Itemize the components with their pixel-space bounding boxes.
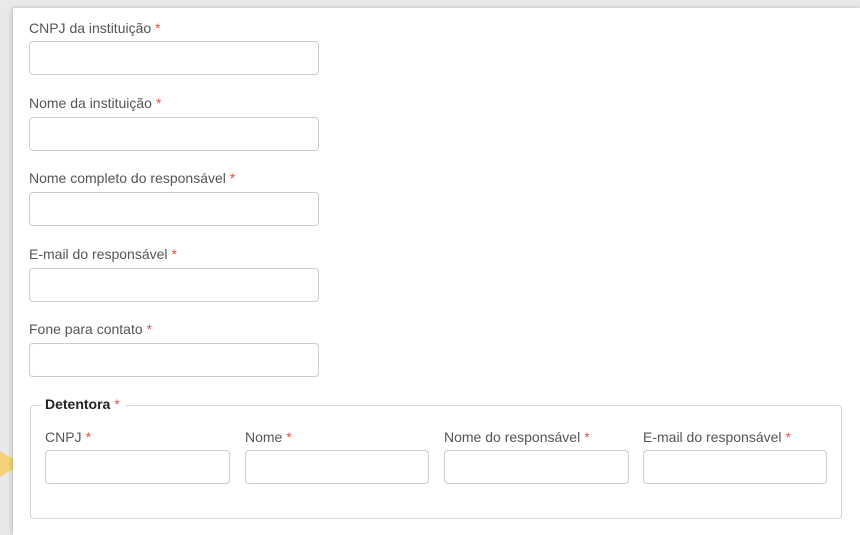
required-marker: * (155, 20, 161, 36)
detentora-nome-input[interactable] (245, 450, 429, 484)
required-marker: * (171, 246, 177, 262)
page-background: CNPJ da instituição * Nome da instituição… (0, 0, 860, 535)
email-responsavel-label: E-mail do responsável * (29, 246, 177, 262)
detentora-nome-label: Nome * (245, 429, 292, 445)
required-marker: * (85, 429, 92, 445)
detentora-nome-responsavel-label-text: Nome do responsável (444, 429, 581, 445)
nome-instituicao-label-text: Nome da instituição (29, 95, 152, 111)
required-marker: * (146, 321, 153, 337)
fone-contato-input[interactable] (29, 343, 319, 377)
fone-contato-label-text: Fone para contato (29, 321, 143, 337)
email-responsavel-input[interactable] (29, 268, 319, 302)
detentora-cnpj-label: CNPJ * (45, 429, 91, 445)
required-marker: * (155, 95, 162, 111)
detentora-email-responsavel-input[interactable] (643, 450, 827, 484)
detentora-nome-responsavel-label: Nome do responsável * (444, 429, 590, 445)
cnpj-instituicao-input[interactable] (29, 41, 319, 75)
nome-responsavel-input[interactable] (29, 192, 319, 226)
nome-instituicao-input[interactable] (29, 117, 319, 151)
detentora-email-responsavel-label-text: E-mail do responsável (643, 429, 782, 445)
nome-responsavel-label-text: Nome completo do responsável (29, 170, 226, 186)
required-marker: * (584, 429, 590, 445)
required-marker: * (286, 429, 292, 445)
required-marker: * (785, 429, 791, 445)
detentora-nome-label-text: Nome (245, 429, 283, 445)
fone-contato-label: Fone para contato * (29, 321, 152, 337)
email-responsavel-label-text: E-mail do responsável (29, 246, 168, 262)
cnpj-instituicao-label-text: CNPJ da instituição (29, 20, 152, 36)
detentora-legend: Detentora * (41, 396, 126, 412)
detentora-email-responsavel-label: E-mail do responsável * (643, 429, 791, 445)
nome-responsavel-label: Nome completo do responsável * (29, 170, 235, 186)
required-marker: * (229, 170, 236, 186)
detentora-fieldset: Detentora * CNPJ * Nome * Nome do responsáv… (30, 396, 842, 519)
nome-instituicao-label: Nome da instituição * (29, 95, 161, 111)
detentora-nome-responsavel-input[interactable] (444, 450, 629, 484)
required-marker: * (114, 396, 120, 412)
registration-form: CNPJ da instituição * Nome da instituição… (13, 8, 860, 535)
detentora-cnpj-input[interactable] (45, 450, 230, 484)
detentora-legend-text: Detentora (45, 396, 111, 412)
detentora-cnpj-label-text: CNPJ (45, 429, 82, 445)
cnpj-instituicao-label: CNPJ da instituição * (29, 20, 161, 36)
